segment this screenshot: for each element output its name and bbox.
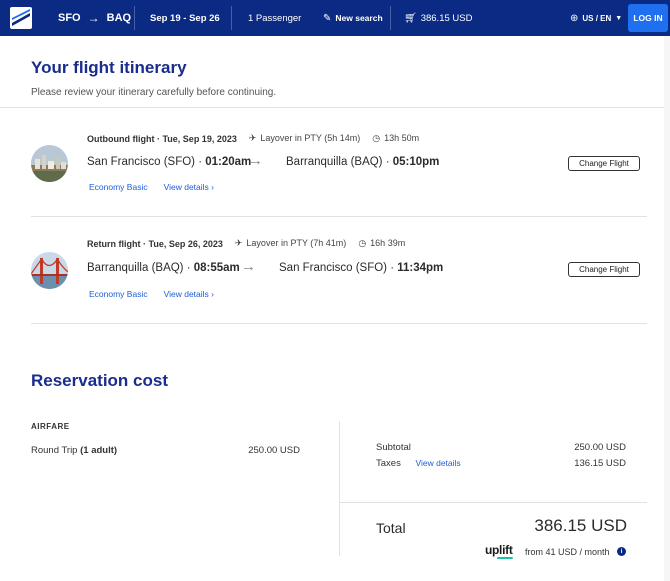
cart-button[interactable]: 🛒︎ 386.15 USD	[404, 0, 472, 36]
total-label: Total	[376, 520, 406, 536]
info-icon[interactable]: i	[617, 547, 626, 556]
round-trip-label: Round Trip (1 adult)	[31, 445, 117, 456]
column-divider	[339, 421, 340, 556]
new-search-button[interactable]: ✎ New search	[323, 0, 383, 36]
view-details-link[interactable]: View details ›	[164, 182, 214, 192]
view-details-label: View details	[163, 289, 209, 299]
change-flight-button[interactable]: Change Flight	[568, 262, 640, 277]
divider	[390, 6, 391, 30]
page-subtitle: Please review your itinerary carefully b…	[31, 87, 277, 98]
fare-class-link[interactable]: Economy Basic	[89, 289, 148, 299]
city-skyline-photo-icon	[31, 145, 68, 182]
trip-passengers: (1 adult)	[80, 445, 118, 456]
route-arrow-icon: →	[87, 11, 100, 25]
flight-label: Return flight · Tue, Sep 26, 2023	[87, 238, 223, 249]
logo-icon	[12, 9, 30, 26]
arrival-city: Barranquilla (BAQ) ·	[286, 156, 393, 168]
arrival-city: San Francisco (SFO) ·	[279, 262, 398, 274]
cart-icon: 🛒︎	[404, 12, 417, 24]
golden-gate-bridge-photo-icon	[31, 252, 68, 289]
total-value: 386.15 USD	[534, 516, 627, 535]
layover-text: Layover in PTY (5h 14m)	[260, 133, 361, 143]
flight-links: Economy Basic View details ›	[89, 182, 214, 192]
cart-price: 386.15 USD	[420, 12, 473, 24]
outbound-flight-card: Outbound flight · Tue, Sep 19, 2023 ✈︎ La…	[31, 126, 647, 226]
uplift-logo-underline	[497, 557, 513, 559]
chevron-down-icon: ▼	[615, 14, 623, 22]
top-navigation-bar: SFO → BAQ Sep 19 - Sep 26 1 Passenger ✎ …	[0, 0, 670, 36]
duration-text: 13h 50m	[384, 133, 420, 143]
globe-icon: ⊕	[570, 12, 579, 24]
divider	[31, 216, 647, 217]
arrow-right-icon: →	[248, 152, 263, 169]
origin-code: SFO	[58, 12, 81, 24]
travel-dates[interactable]: Sep 19 - Sep 26	[150, 0, 220, 36]
flight-meta: Outbound flight · Tue, Sep 19, 2023 ✈︎ La…	[87, 133, 419, 144]
clock-icon: ◷	[358, 238, 367, 248]
taxes-view-details-link[interactable]: View details	[415, 458, 460, 468]
taxes-label: Taxes	[376, 458, 401, 469]
clock-icon: ◷	[372, 133, 381, 143]
return-flight-card: Return flight · Tue, Sep 26, 2023 ✈︎ Layo…	[31, 232, 647, 332]
locale-label: US / EN	[582, 13, 612, 23]
subtotal-value: 250.00 USD	[574, 442, 626, 453]
trip-type: Round Trip	[31, 445, 81, 456]
arrival-info: Barranquilla (BAQ) · 05:10pm	[286, 156, 439, 168]
new-search-label: New search	[335, 13, 383, 23]
departure-info: San Francisco (SFO) · 01:20am	[87, 156, 251, 168]
round-trip-price: 250.00 USD	[248, 445, 300, 456]
content-panel: Your flight itinerary Please review your…	[0, 36, 664, 581]
layover-text: Layover in PTY (7h 41m)	[246, 238, 347, 248]
departure-time: 08:55am	[193, 262, 240, 274]
airline-logo[interactable]	[10, 7, 32, 29]
uplift-logo[interactable]: uplift	[485, 543, 513, 557]
departure-info: Barranquilla (BAQ) · 08:55am	[87, 262, 240, 274]
divider	[134, 6, 135, 30]
arrival-time: 05:10pm	[392, 156, 440, 168]
arrival-info: San Francisco (SFO) · 11:34pm	[279, 262, 443, 274]
login-button[interactable]: LOG IN	[628, 4, 668, 32]
view-details-label: View details	[163, 182, 209, 192]
flight-links: Economy Basic View details ›	[89, 289, 214, 299]
view-details-link[interactable]: View details ›	[164, 289, 214, 299]
airfare-heading: AIRFARE	[31, 422, 70, 431]
divider	[31, 323, 647, 324]
duration-text: 16h 39m	[370, 238, 406, 248]
page-title: Your flight itinerary	[31, 58, 187, 77]
locale-selector[interactable]: ⊕ US / EN ▼	[570, 0, 622, 36]
monthly-payment-text: from 41 USD / month	[525, 547, 610, 557]
departure-time: 01:20am	[205, 156, 252, 168]
divider	[231, 6, 232, 30]
chevron-right-icon: ›	[211, 182, 215, 192]
destination-code: BAQ	[106, 12, 132, 24]
departure-city: Barranquilla (BAQ) ·	[87, 262, 194, 274]
flight-meta: Return flight · Tue, Sep 26, 2023 ✈︎ Layo…	[87, 238, 405, 249]
departure-city: San Francisco (SFO) ·	[87, 156, 206, 168]
arrival-time: 11:34pm	[397, 262, 444, 274]
chevron-right-icon: ›	[211, 289, 215, 299]
passenger-count[interactable]: 1 Passenger	[248, 0, 301, 36]
fare-class-link[interactable]: Economy Basic	[89, 182, 148, 192]
plane-icon: ✈︎	[248, 133, 257, 143]
reservation-title: Reservation cost	[31, 371, 168, 390]
flight-label: Outbound flight · Tue, Sep 19, 2023	[87, 133, 237, 144]
divider	[339, 502, 647, 503]
taxes-row: Taxes View details	[376, 458, 461, 469]
plane-icon: ✈︎	[234, 238, 243, 248]
pencil-icon: ✎	[323, 12, 332, 24]
taxes-value: 136.15 USD	[574, 458, 626, 469]
arrow-right-icon: →	[241, 258, 256, 275]
divider	[0, 107, 664, 108]
subtotal-label: Subtotal	[376, 442, 411, 453]
route-summary[interactable]: SFO → BAQ	[58, 0, 131, 36]
change-flight-button[interactable]: Change Flight	[568, 156, 640, 171]
